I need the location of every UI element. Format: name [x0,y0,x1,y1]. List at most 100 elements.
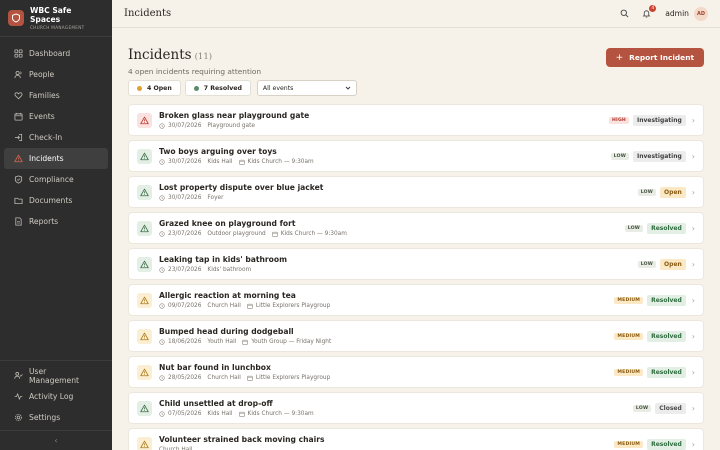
severity-badge: MEDIUM [614,296,644,304]
incident-title: Leaking tap in kids' bathroom [159,255,288,264]
clock-icon [159,411,165,417]
sidebar-item-label: Documents [29,196,73,205]
clock-icon [159,339,165,345]
resolved-filter-pill[interactable]: 7 Resolved [184,80,251,96]
severity-badge: LOW [632,404,652,412]
table-row[interactable]: Grazed knee on playground fort 23/07/2026… [128,212,704,244]
sidebar-item-settings[interactable]: Settings [4,407,108,428]
top-bar: Incidents 4 admin AD [112,0,720,28]
warning-icon [137,292,152,308]
status-badge: Resolved [647,330,686,342]
incident-location-text: Youth Hall [207,339,237,345]
sidebar: WBC Safe Spaces CHURCH MANAGEMENT Dashbo… [0,0,112,450]
sidebar-item-label: Incidents [29,154,64,163]
incident-date: 09/07/2026 [159,303,201,309]
brand-subtitle: CHURCH MANAGEMENT [29,24,85,30]
clock-icon [159,123,165,129]
sidebar-item-label: Compliance [29,175,74,184]
sidebar-item-user-management[interactable]: User Management [4,365,108,386]
warning-icon [137,400,152,416]
incident-title: Volunteer strained back moving chairs [159,435,325,444]
page-title: Incidents [128,47,192,63]
table-row[interactable]: Volunteer strained back moving chairs Chu… [128,428,704,450]
incident-location: Youth Hall [207,339,236,345]
incident-event-text: Little Explorers Playgroup [255,375,331,381]
table-row[interactable]: Child unsettled at drop-off 07/05/2026 Kid… [128,392,704,424]
search-button[interactable] [617,7,631,21]
search-icon [620,9,629,18]
table-row[interactable]: Two boys arguing over toys 30/07/2026 Kids… [128,140,704,172]
warning-icon [137,364,152,380]
table-row[interactable]: Leaking tap in kids' bathroom 23/07/2026 K… [128,248,704,280]
sidebar-item-reports[interactable]: Reports [4,211,108,232]
table-row[interactable]: Bumped head during dodgeball 18/06/2026 Yo… [128,320,704,352]
table-row[interactable]: Broken glass near playground gate 30/07/2… [128,104,704,136]
incident-date-text: 18/06/2026 [168,339,202,345]
user-label[interactable]: admin [665,9,689,18]
incident-location: Foyer [207,195,223,201]
event-filter-select[interactable]: All events [256,80,357,96]
sidebar-item-activity-log[interactable]: Activity Log [4,386,108,407]
incident-date-text: 28/05/2026 [168,375,202,381]
plus-icon: + [615,52,624,63]
incident-info: Allergic reaction at morning tea 09/07/20… [159,291,614,309]
incident-info: Grazed knee on playground fort 23/07/2026… [159,219,625,237]
incident-date: 18/06/2026 [159,339,201,345]
sidebar-item-documents[interactable]: Documents [4,190,108,211]
sidebar-item-people[interactable]: People [4,64,108,85]
notifications-button[interactable]: 4 [639,4,657,21]
severity-badge: MEDIUM [614,368,644,376]
incident-meta: 28/05/2026 Church Hall Little Explorers Pl… [159,375,614,381]
incident-date-text: 30/07/2026 [168,123,202,129]
topbar-title: Incidents [124,8,172,19]
table-row[interactable]: Nut bar found in lunchbox 28/05/2026 Churc… [128,356,704,388]
severity-badge: HIGH [608,116,629,124]
collapse-sidebar-button[interactable]: ‹ [0,430,112,450]
brand-name: WBC Safe Spaces [29,5,72,24]
incident-event-text: Little Explorers Playgroup [255,303,331,309]
incident-info: Leaking tap in kids' bathroom 23/07/2026 K… [159,255,638,273]
warning-icon [137,184,152,200]
open-dot-icon [137,85,142,91]
severity-badge: LOW [637,260,657,268]
avatar[interactable]: AD [694,6,708,21]
sidebar-item-check-in[interactable]: Check-In [4,127,108,148]
incident-location: Church Hall [207,303,241,309]
incident-location: Outdoor playground [207,231,265,237]
sidebar-item-incidents[interactable]: Incidents [4,148,108,169]
incident-date: 07/05/2026 [159,411,201,417]
incident-location-text: Foyer [207,195,224,201]
clock-icon [159,267,165,273]
chevron-right-icon: › [691,259,695,269]
shield-logo-icon [8,10,24,26]
heart-icon [14,92,23,100]
severity-badge: MEDIUM [614,440,644,448]
sidebar-item-label: Events [29,112,55,121]
incident-meta: 30/07/2026 Kids Hall Kids Church — 9:30am [159,159,611,165]
sidebar-item-events[interactable]: Events [4,106,108,127]
severity-badge: LOW [624,224,644,232]
status-badge: Resolved [647,222,686,234]
incident-title: Two boys arguing over toys [159,147,277,156]
sidebar-item-label: People [29,70,55,79]
sidebar-item-dashboard[interactable]: Dashboard [4,43,108,64]
sidebar-nav-bottom: User Management Activity Log Settings [0,360,112,428]
status-badge: Open [660,258,686,270]
incident-info: Lost property dispute over blue jacket 30… [159,183,638,201]
status-badge: Open [660,186,686,198]
report-incident-label: Report Incident [629,53,694,62]
incident-meta: 23/07/2026 Kids' bathroom [159,267,638,273]
sidebar-item-label: Check-In [29,133,63,142]
sidebar-item-label: Families [29,91,60,100]
report-incident-button[interactable]: + Report Incident [605,48,704,67]
sidebar-item-families[interactable]: Families [4,85,108,106]
main-content: Incidents (11) 4 open incidents requiring… [112,28,720,450]
sidebar-item-compliance[interactable]: Compliance [4,169,108,190]
brand[interactable]: WBC Safe Spaces CHURCH MANAGEMENT [0,0,112,37]
chevron-right-icon: › [691,331,695,341]
open-filter-pill[interactable]: 4 Open [128,80,181,96]
chevron-right-icon: › [691,151,695,161]
table-row[interactable]: Lost property dispute over blue jacket 30… [128,176,704,208]
table-row[interactable]: Allergic reaction at morning tea 09/07/20… [128,284,704,316]
calendar-icon [238,159,245,165]
